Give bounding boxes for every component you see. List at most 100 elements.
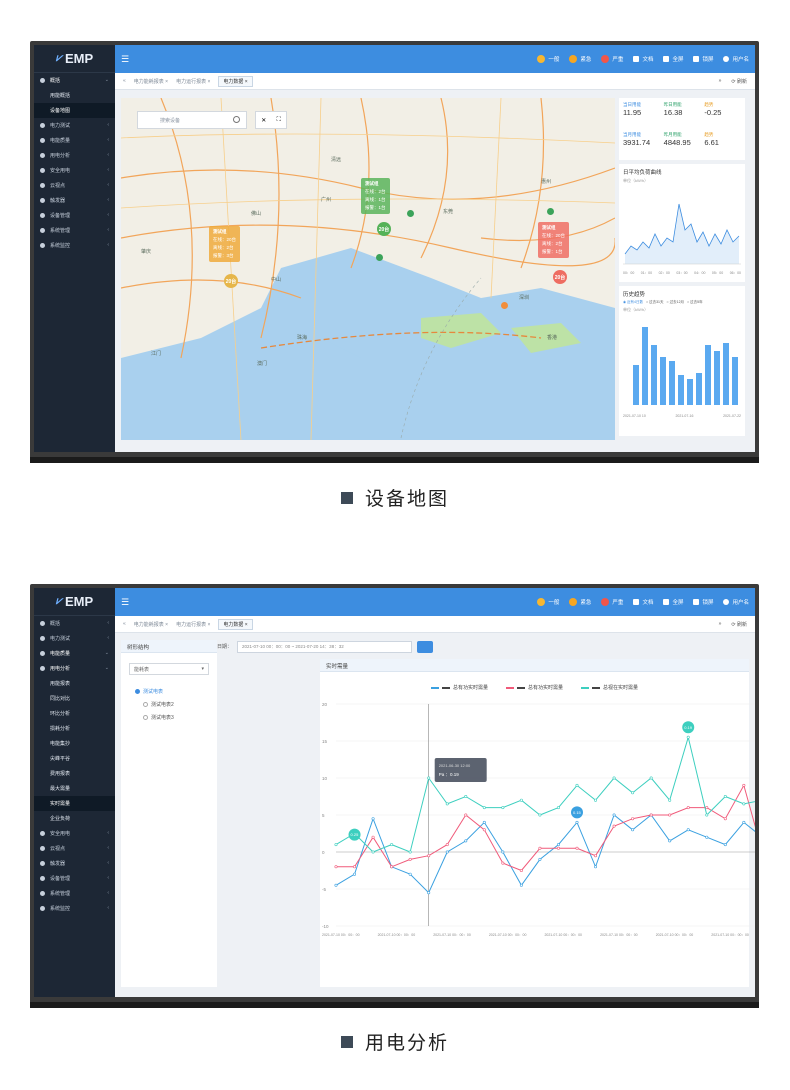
sidebar-item[interactable]: 设备管理 ‹ <box>34 871 115 886</box>
data-point[interactable] <box>686 806 690 810</box>
sidebar-item[interactable]: 电能集抄 <box>34 736 115 751</box>
data-point[interactable] <box>705 835 709 839</box>
cluster-box[interactable]: 测试组 在线：2台 离线：1台 报警：1台 <box>361 178 390 214</box>
data-point[interactable] <box>519 883 523 887</box>
data-point[interactable] <box>353 872 357 876</box>
map-pin-icon[interactable] <box>407 210 414 217</box>
data-point[interactable] <box>631 828 635 832</box>
data-point[interactable] <box>556 846 560 850</box>
topbar-item[interactable]: 紧急 <box>569 55 591 63</box>
sidebar-item[interactable]: 用能概括 <box>34 88 115 103</box>
data-point[interactable] <box>427 776 431 780</box>
data-point[interactable] <box>612 813 616 817</box>
cluster-box[interactable]: 测试组 在线：20台 离线：2台 报警：3台 <box>209 226 241 262</box>
sidebar-item[interactable]: 用能报表 <box>34 676 115 691</box>
topbar-item[interactable]: 一般 <box>537 55 559 63</box>
tab-run-report[interactable]: 电力运行报表 × <box>176 78 210 85</box>
data-point[interactable] <box>464 839 468 843</box>
data-point[interactable] <box>649 813 653 817</box>
data-point[interactable] <box>742 820 746 824</box>
data-point[interactable] <box>427 891 431 895</box>
data-point[interactable] <box>334 883 338 887</box>
sidebar-item[interactable]: 云视点 ‹ <box>34 178 115 193</box>
menu-toggle-button[interactable]: ☰ <box>121 54 129 65</box>
history-option[interactable]: ◉ 近有4日数 <box>623 300 643 305</box>
cluster-badge[interactable]: 20台 <box>224 274 238 288</box>
data-point[interactable] <box>649 776 653 780</box>
data-point[interactable] <box>408 850 412 854</box>
data-point[interactable] <box>501 850 505 854</box>
topbar-item[interactable]: 全屏 <box>663 55 683 63</box>
topbar-item[interactable]: 紧急 <box>569 598 591 606</box>
tabs-forward-icon[interactable]: » <box>719 78 722 85</box>
map-pin-icon[interactable] <box>547 208 554 215</box>
data-point[interactable] <box>501 806 505 810</box>
data-point[interactable] <box>742 783 746 787</box>
data-point[interactable] <box>575 783 579 787</box>
tab-energy-report[interactable]: 电力能耗报表 × <box>134 621 168 628</box>
data-point[interactable] <box>464 813 468 817</box>
topbar-item[interactable]: 全屏 <box>663 598 683 606</box>
search-icon[interactable] <box>233 116 240 123</box>
topbar-item[interactable]: 严重 <box>601 55 623 63</box>
data-point[interactable] <box>538 846 542 850</box>
map-pin-icon[interactable] <box>501 302 508 309</box>
data-point[interactable] <box>334 843 338 847</box>
data-point[interactable] <box>556 843 560 847</box>
data-point[interactable] <box>723 795 727 799</box>
sidebar-item[interactable]: 费用报表 <box>34 766 115 781</box>
sidebar-item[interactable]: 安全用电 ‹ <box>34 163 115 178</box>
data-point[interactable] <box>371 817 375 821</box>
map-pin-icon[interactable] <box>376 254 383 261</box>
data-point[interactable] <box>408 857 412 861</box>
date-range-input[interactable]: 2021-07-10 00：00：00 ~ 2021-07-20 14：38：3… <box>237 641 412 653</box>
data-point[interactable] <box>612 824 616 828</box>
data-point[interactable] <box>556 806 560 810</box>
data-point[interactable] <box>445 843 449 847</box>
data-point[interactable] <box>482 820 486 824</box>
data-point[interactable] <box>390 865 394 869</box>
sidebar-item[interactable]: 用电分析 ⌄ <box>34 661 115 676</box>
refresh-button[interactable]: ⟳ 刷新 <box>731 78 747 85</box>
data-point[interactable] <box>482 828 486 832</box>
data-point[interactable] <box>723 843 727 847</box>
data-point[interactable] <box>612 776 616 780</box>
data-point[interactable] <box>742 802 746 806</box>
search-button[interactable] <box>417 641 433 653</box>
data-point[interactable] <box>538 813 542 817</box>
data-point[interactable] <box>408 872 412 876</box>
tabs-back-icon[interactable]: « <box>123 621 126 627</box>
data-point[interactable] <box>575 846 579 850</box>
sidebar-item[interactable]: 用电分析 ‹ <box>34 148 115 163</box>
data-point[interactable] <box>519 798 523 802</box>
device-map[interactable]: 搜索设备 ✕ ⛶ 清远 佛山 广州 东莞 惠州 中山 珠海 澳门 香港 深圳 江门 肇庆 测试组 在线：… <box>121 98 615 440</box>
sidebar-item[interactable]: 系统监控 ‹ <box>34 238 115 253</box>
sidebar-item[interactable]: 电能质量 ‹ <box>34 133 115 148</box>
history-option[interactable]: ○ 过去31天 <box>646 300 664 305</box>
sidebar-item[interactable]: 系统监控 ‹ <box>34 901 115 916</box>
sidebar-item[interactable]: 云视点 ‹ <box>34 841 115 856</box>
topbar-item[interactable]: 用户名 <box>723 598 749 606</box>
refresh-button[interactable]: ⟳ 刷新 <box>731 621 747 628</box>
data-point[interactable] <box>334 865 338 869</box>
data-point[interactable] <box>631 791 635 795</box>
map-search-input[interactable]: 搜索设备 <box>137 111 247 129</box>
legend-item[interactable]: 总有功实时需量 <box>431 684 488 691</box>
sidebar-item[interactable]: 设备管理 ‹ <box>34 208 115 223</box>
tabs-forward-icon[interactable]: » <box>719 621 722 628</box>
history-option[interactable]: ○ 过去5年 <box>687 300 703 305</box>
close-icon[interactable]: ✕ <box>261 117 266 124</box>
sidebar-item[interactable]: 环比分析 <box>34 706 115 721</box>
topbar-item[interactable]: 锁屏 <box>693 55 713 63</box>
sidebar-item[interactable]: 同比对比 <box>34 691 115 706</box>
data-point[interactable] <box>668 798 672 802</box>
data-point[interactable] <box>445 850 449 854</box>
history-option[interactable]: ○ 过去12月 <box>667 300 685 305</box>
topbar-item[interactable]: 一般 <box>537 598 559 606</box>
expand-icon[interactable]: ⛶ <box>277 117 281 124</box>
topbar-item[interactable]: 锁屏 <box>693 598 713 606</box>
sidebar-item[interactable]: 实时需量 <box>34 796 115 811</box>
data-point[interactable] <box>464 795 468 799</box>
sidebar-item[interactable]: 设备地图 <box>34 103 115 118</box>
legend-item[interactable]: 总有功实时需量 <box>506 684 563 691</box>
